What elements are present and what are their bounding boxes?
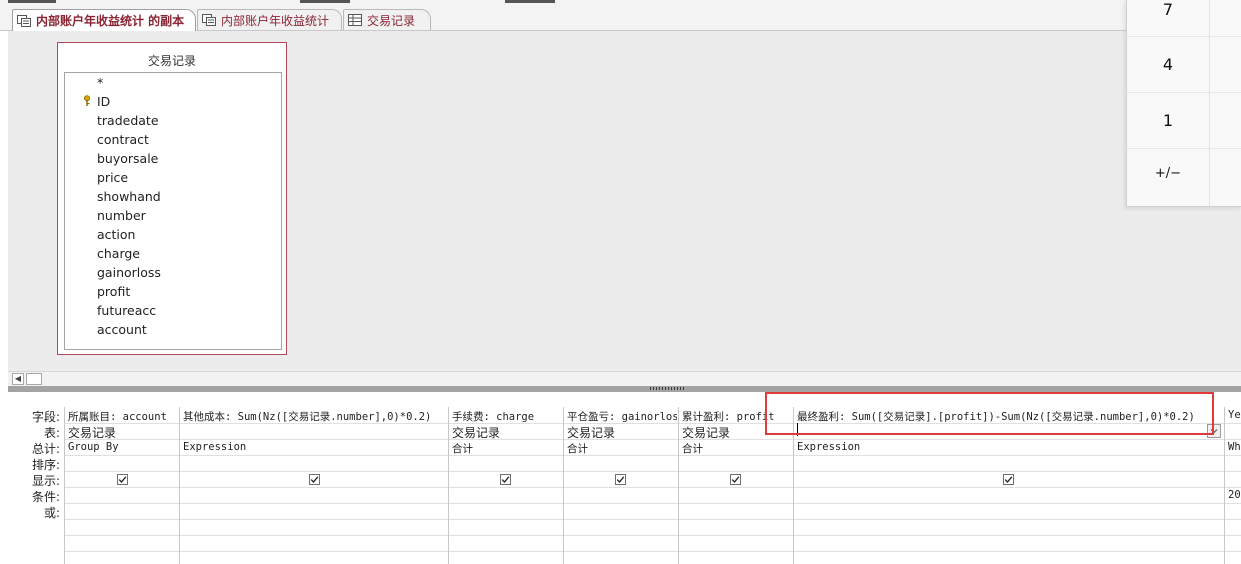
- calculator-window: 7 4 1 +/−: [1126, 0, 1241, 207]
- tab-query-copy[interactable]: 内部账户年收益统计 的副本: [12, 9, 196, 31]
- grid-column-gainorloss[interactable]: 平仓盈亏: gainorloss 交易记录 合计: [564, 407, 679, 564]
- grid-column-year[interactable]: Ye Wh 20: [1225, 407, 1241, 564]
- show-checkbox[interactable]: [615, 474, 626, 485]
- tab-table[interactable]: 交易记录: [343, 9, 431, 30]
- field-item[interactable]: profit: [97, 284, 130, 299]
- total-cell[interactable]: 合计: [682, 441, 792, 456]
- row-label-total: 总计:: [31, 442, 60, 456]
- field-cell[interactable]: 手续费: charge: [452, 409, 562, 424]
- scroll-left-icon[interactable]: ◀: [12, 373, 24, 385]
- field-cell[interactable]: 所属账目: account: [68, 409, 178, 424]
- field-item[interactable]: account: [97, 322, 147, 337]
- row-label-field: 字段:: [31, 410, 60, 424]
- query-design-pane: 交易记录 * ID tradedate contract buyorsale p…: [8, 31, 1241, 371]
- field-item[interactable]: price: [97, 170, 128, 185]
- grid-column-other-cost[interactable]: 其他成本: Sum(Nz([交易记录.number],0)*0.2) Expre…: [180, 407, 449, 564]
- field-item[interactable]: *: [97, 75, 103, 90]
- show-checkbox[interactable]: [309, 474, 320, 485]
- tab-label: 内部账户年收益统计: [221, 13, 330, 28]
- field-list[interactable]: * ID tradedate contract buyorsale price …: [64, 72, 282, 350]
- calc-key-7[interactable]: 7: [1127, 0, 1209, 19]
- calc-key-4[interactable]: 4: [1127, 55, 1209, 74]
- field-item[interactable]: number: [97, 208, 146, 223]
- tab-label: 交易记录: [367, 13, 416, 28]
- field-item[interactable]: ID: [97, 94, 110, 109]
- show-checkbox[interactable]: [730, 474, 741, 485]
- check-icon: [731, 476, 740, 483]
- highlight-annotation: [765, 392, 1214, 435]
- key-divider: [1127, 36, 1241, 37]
- table-cell[interactable]: 交易记录: [68, 424, 178, 441]
- row-label-show: 显示:: [31, 474, 60, 488]
- total-cell[interactable]: Expression: [797, 441, 1222, 453]
- table-title: 交易记录: [147, 54, 196, 68]
- check-icon: [616, 476, 625, 483]
- show-checkbox[interactable]: [1003, 474, 1014, 485]
- table-cell[interactable]: 交易记录: [567, 424, 677, 441]
- row-label-criteria: 条件:: [31, 490, 60, 504]
- criteria-cell[interactable]: 20: [1228, 489, 1241, 501]
- show-checkbox[interactable]: [500, 474, 511, 485]
- total-cell[interactable]: 合计: [452, 441, 562, 456]
- check-icon: [118, 476, 127, 483]
- check-icon: [1004, 476, 1013, 483]
- calc-key-1[interactable]: 1: [1127, 111, 1209, 130]
- table-cell[interactable]: 交易记录: [452, 424, 562, 441]
- field-cell[interactable]: Ye: [1228, 409, 1241, 421]
- key-divider: [1127, 148, 1241, 149]
- tab-label: 内部账户年收益统计 的副本: [36, 14, 185, 28]
- total-cell[interactable]: Group By: [68, 441, 178, 453]
- field-item[interactable]: buyorsale: [97, 151, 158, 166]
- field-item[interactable]: gainorloss: [97, 265, 161, 280]
- query-icon: [202, 14, 216, 26]
- primary-key-icon: [84, 95, 90, 106]
- field-cell[interactable]: 平仓盈亏: gainorloss: [567, 409, 677, 424]
- calc-key-negate[interactable]: +/−: [1127, 166, 1209, 181]
- key-divider: [1127, 92, 1241, 93]
- splitter-grip-icon[interactable]: [650, 387, 686, 390]
- grid-column-account[interactable]: 所属账目: account 交易记录 Group By: [64, 407, 180, 564]
- field-item[interactable]: tradedate: [97, 113, 159, 128]
- field-item[interactable]: showhand: [97, 189, 161, 204]
- grid-row-labels: 字段: 表: 总计: 排序: 显示: 条件: 或:: [8, 392, 64, 564]
- design-pane-scrollbar[interactable]: ◀: [8, 371, 1241, 387]
- show-checkbox[interactable]: [117, 474, 128, 485]
- query-icon: [17, 14, 31, 27]
- row-label-sort: 排序:: [31, 458, 60, 472]
- field-item[interactable]: contract: [97, 132, 149, 147]
- ribbon-fragment: [8, 0, 56, 3]
- key-divider: [1209, 0, 1210, 206]
- field-item[interactable]: futureacc: [97, 303, 156, 318]
- total-cell[interactable]: Wh: [1228, 441, 1241, 453]
- check-icon: [310, 476, 319, 483]
- scroll-thumb[interactable]: [26, 373, 42, 385]
- row-label-table: 表:: [43, 426, 60, 440]
- ribbon-edge: [0, 0, 1241, 7]
- field-cell[interactable]: 其他成本: Sum(Nz([交易记录.number],0)*0.2): [183, 409, 446, 424]
- ribbon-fragment: [505, 0, 555, 3]
- table-icon: [348, 14, 362, 26]
- grid-column-charge[interactable]: 手续费: charge 交易记录 合计: [449, 407, 564, 564]
- total-cell[interactable]: 合计: [567, 441, 677, 456]
- tab-query[interactable]: 内部账户年收益统计: [197, 9, 342, 30]
- ribbon-fragment: [300, 0, 350, 3]
- row-label-or: 或:: [43, 506, 60, 520]
- document-tabs: 内部账户年收益统计 的副本 内部账户年收益统计 交易记录: [0, 7, 1241, 31]
- table-field-list[interactable]: 交易记录 * ID tradedate contract buyorsale p…: [57, 42, 287, 355]
- field-item[interactable]: action: [97, 227, 135, 242]
- field-item[interactable]: charge: [97, 246, 140, 261]
- total-cell[interactable]: Expression: [183, 441, 446, 453]
- check-icon: [501, 476, 510, 483]
